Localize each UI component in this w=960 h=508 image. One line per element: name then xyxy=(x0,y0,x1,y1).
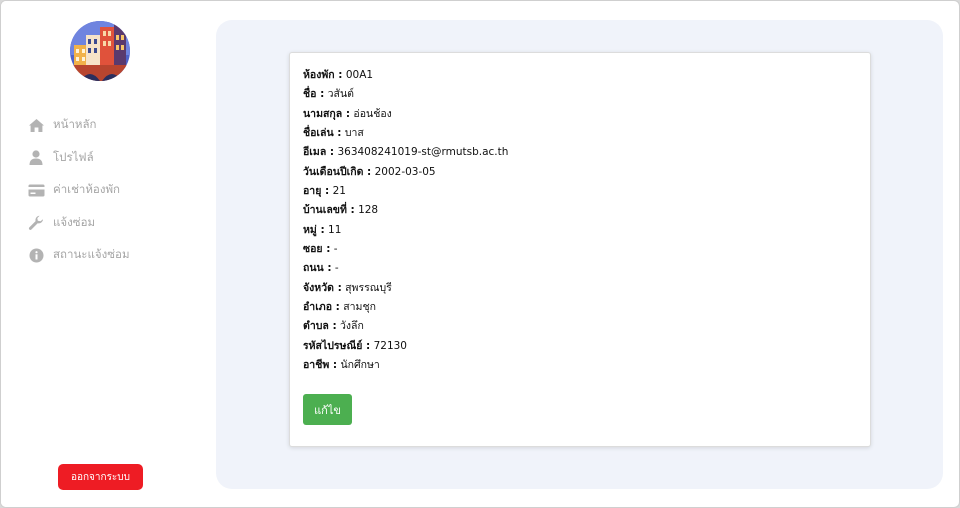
profile-field-row: วันเดือนปีเกิด : 2002-03-05 xyxy=(303,163,508,182)
profile-field-value: 21 xyxy=(332,185,346,198)
profile-field-row: อายุ : 21 xyxy=(303,182,508,201)
logout-button[interactable]: ออกจากระบบ xyxy=(58,464,143,490)
profile-field-label: อีเมล : xyxy=(303,146,335,159)
sidebar-item-home[interactable]: หน้าหลัก xyxy=(27,109,197,142)
profile-field-label: ซอย : xyxy=(303,243,331,256)
profile-field-row: บ้านเลขที่ : 128 xyxy=(303,201,508,220)
profile-field-label: นามสกุล : xyxy=(303,107,351,120)
sidebar-item-rent[interactable]: ค่าเช่าห้องพัก xyxy=(27,174,197,207)
profile-field-label: ถนน : xyxy=(303,262,332,275)
profile-field-row: อำเภอ : สามชุก xyxy=(303,298,508,317)
profile-field-label: ห้องพัก : xyxy=(303,69,343,81)
profile-field-value: - xyxy=(333,243,338,256)
app-window: หน้าหลัก โปรไฟล์ ค่าเช่าห้องพัก แจ้งซ่อม… xyxy=(0,0,960,508)
profile-field-value: 72130 xyxy=(373,339,407,352)
profile-field-value: 2002-03-05 xyxy=(374,165,436,178)
profile-field-row: จังหวัด : สุพรรณบุรี xyxy=(303,279,508,298)
profile-field-row: ซอย : - xyxy=(303,240,508,259)
sidebar-item-repair-status[interactable]: สถานะแจ้งซ่อม xyxy=(27,239,197,272)
profile-field-row: ชื่อเล่น : บาส xyxy=(303,124,508,143)
profile-field-label: รหัสไปรษณีย์ : xyxy=(303,339,371,352)
profile-field-value: สุพรรณบุรี xyxy=(345,281,392,294)
profile-field-row: หมู่ : 11 xyxy=(303,221,508,240)
profile-field-label: ชื่อเล่น : xyxy=(303,127,342,140)
profile-field-label: ชื่อ : xyxy=(303,88,325,101)
profile-field-value: นักศึกษา xyxy=(340,359,380,372)
profile-field-value: 11 xyxy=(328,223,342,236)
profile-field-label: บ้านเลขที่ : xyxy=(303,204,355,217)
profile-field-value: 363408241019-st@rmutsb.ac.th xyxy=(337,146,509,159)
sidebar: หน้าหลัก โปรไฟล์ ค่าเช่าห้องพัก แจ้งซ่อม… xyxy=(1,1,201,507)
sidebar-item-label: หน้าหลัก xyxy=(53,117,97,132)
avatar xyxy=(70,21,130,81)
profile-fields: ห้องพัก : 00A1 ชื่อ : วสันต์ นามสกุล : อ่อ… xyxy=(303,66,508,376)
wrench-icon xyxy=(27,214,45,232)
profile-field-label: จังหวัด : xyxy=(303,281,342,294)
sidebar-item-profile[interactable]: โปรไฟล์ xyxy=(27,142,197,175)
credit-card-icon xyxy=(27,181,45,199)
sidebar-item-repair[interactable]: แจ้งซ่อม xyxy=(27,207,197,240)
profile-field-value: อ่อนช้อง xyxy=(353,107,392,120)
profile-field-label: ตำบล : xyxy=(303,320,337,333)
profile-field-label: วันเดือนปีเกิด : xyxy=(303,165,372,178)
profile-field-value: - xyxy=(334,262,339,275)
profile-field-row: รหัสไปรษณีย์ : 72130 xyxy=(303,337,508,356)
profile-field-label: อาชีพ : xyxy=(303,359,338,372)
profile-card: ห้องพัก : 00A1 ชื่อ : วสันต์ นามสกุล : อ่อ… xyxy=(289,52,871,447)
profile-field-value: สามชุก xyxy=(343,301,376,314)
info-circle-icon xyxy=(27,246,45,264)
profile-field-row: อีเมล : 363408241019-st@rmutsb.ac.th xyxy=(303,143,508,162)
edit-button[interactable]: แก้ไข xyxy=(303,394,352,425)
profile-field-label: อำเภอ : xyxy=(303,301,340,314)
home-icon xyxy=(27,116,45,134)
profile-field-value: บาส xyxy=(344,127,364,140)
sidebar-nav: หน้าหลัก โปรไฟล์ ค่าเช่าห้องพัก แจ้งซ่อม… xyxy=(27,109,197,272)
profile-field-row: ห้องพัก : 00A1 xyxy=(303,66,508,85)
main-content: ห้องพัก : 00A1 ชื่อ : วสันต์ นามสกุล : อ่อ… xyxy=(216,20,943,489)
profile-field-value: 128 xyxy=(358,204,379,217)
profile-field-value: 00A1 xyxy=(345,69,374,81)
profile-field-label: อายุ : xyxy=(303,185,330,198)
sidebar-item-label: แจ้งซ่อม xyxy=(53,214,96,229)
profile-field-value: วสันต์ xyxy=(327,88,354,101)
user-icon xyxy=(27,149,45,167)
sidebar-item-label: ค่าเช่าห้องพัก xyxy=(53,182,120,197)
profile-field-value: วังลึก xyxy=(340,320,364,333)
profile-field-row: ตำบล : วังลึก xyxy=(303,317,508,336)
profile-field-label: หมู่ : xyxy=(303,223,325,236)
profile-field-row: อาชีพ : นักศึกษา xyxy=(303,356,508,375)
sidebar-item-label: โปรไฟล์ xyxy=(53,149,94,164)
profile-field-row: ถนน : - xyxy=(303,259,508,278)
profile-field-row: ชื่อ : วสันต์ xyxy=(303,85,508,104)
sidebar-item-label: สถานะแจ้งซ่อม xyxy=(53,247,130,262)
avatar-building-image xyxy=(70,21,130,81)
profile-field-row: นามสกุล : อ่อนช้อง xyxy=(303,105,508,124)
